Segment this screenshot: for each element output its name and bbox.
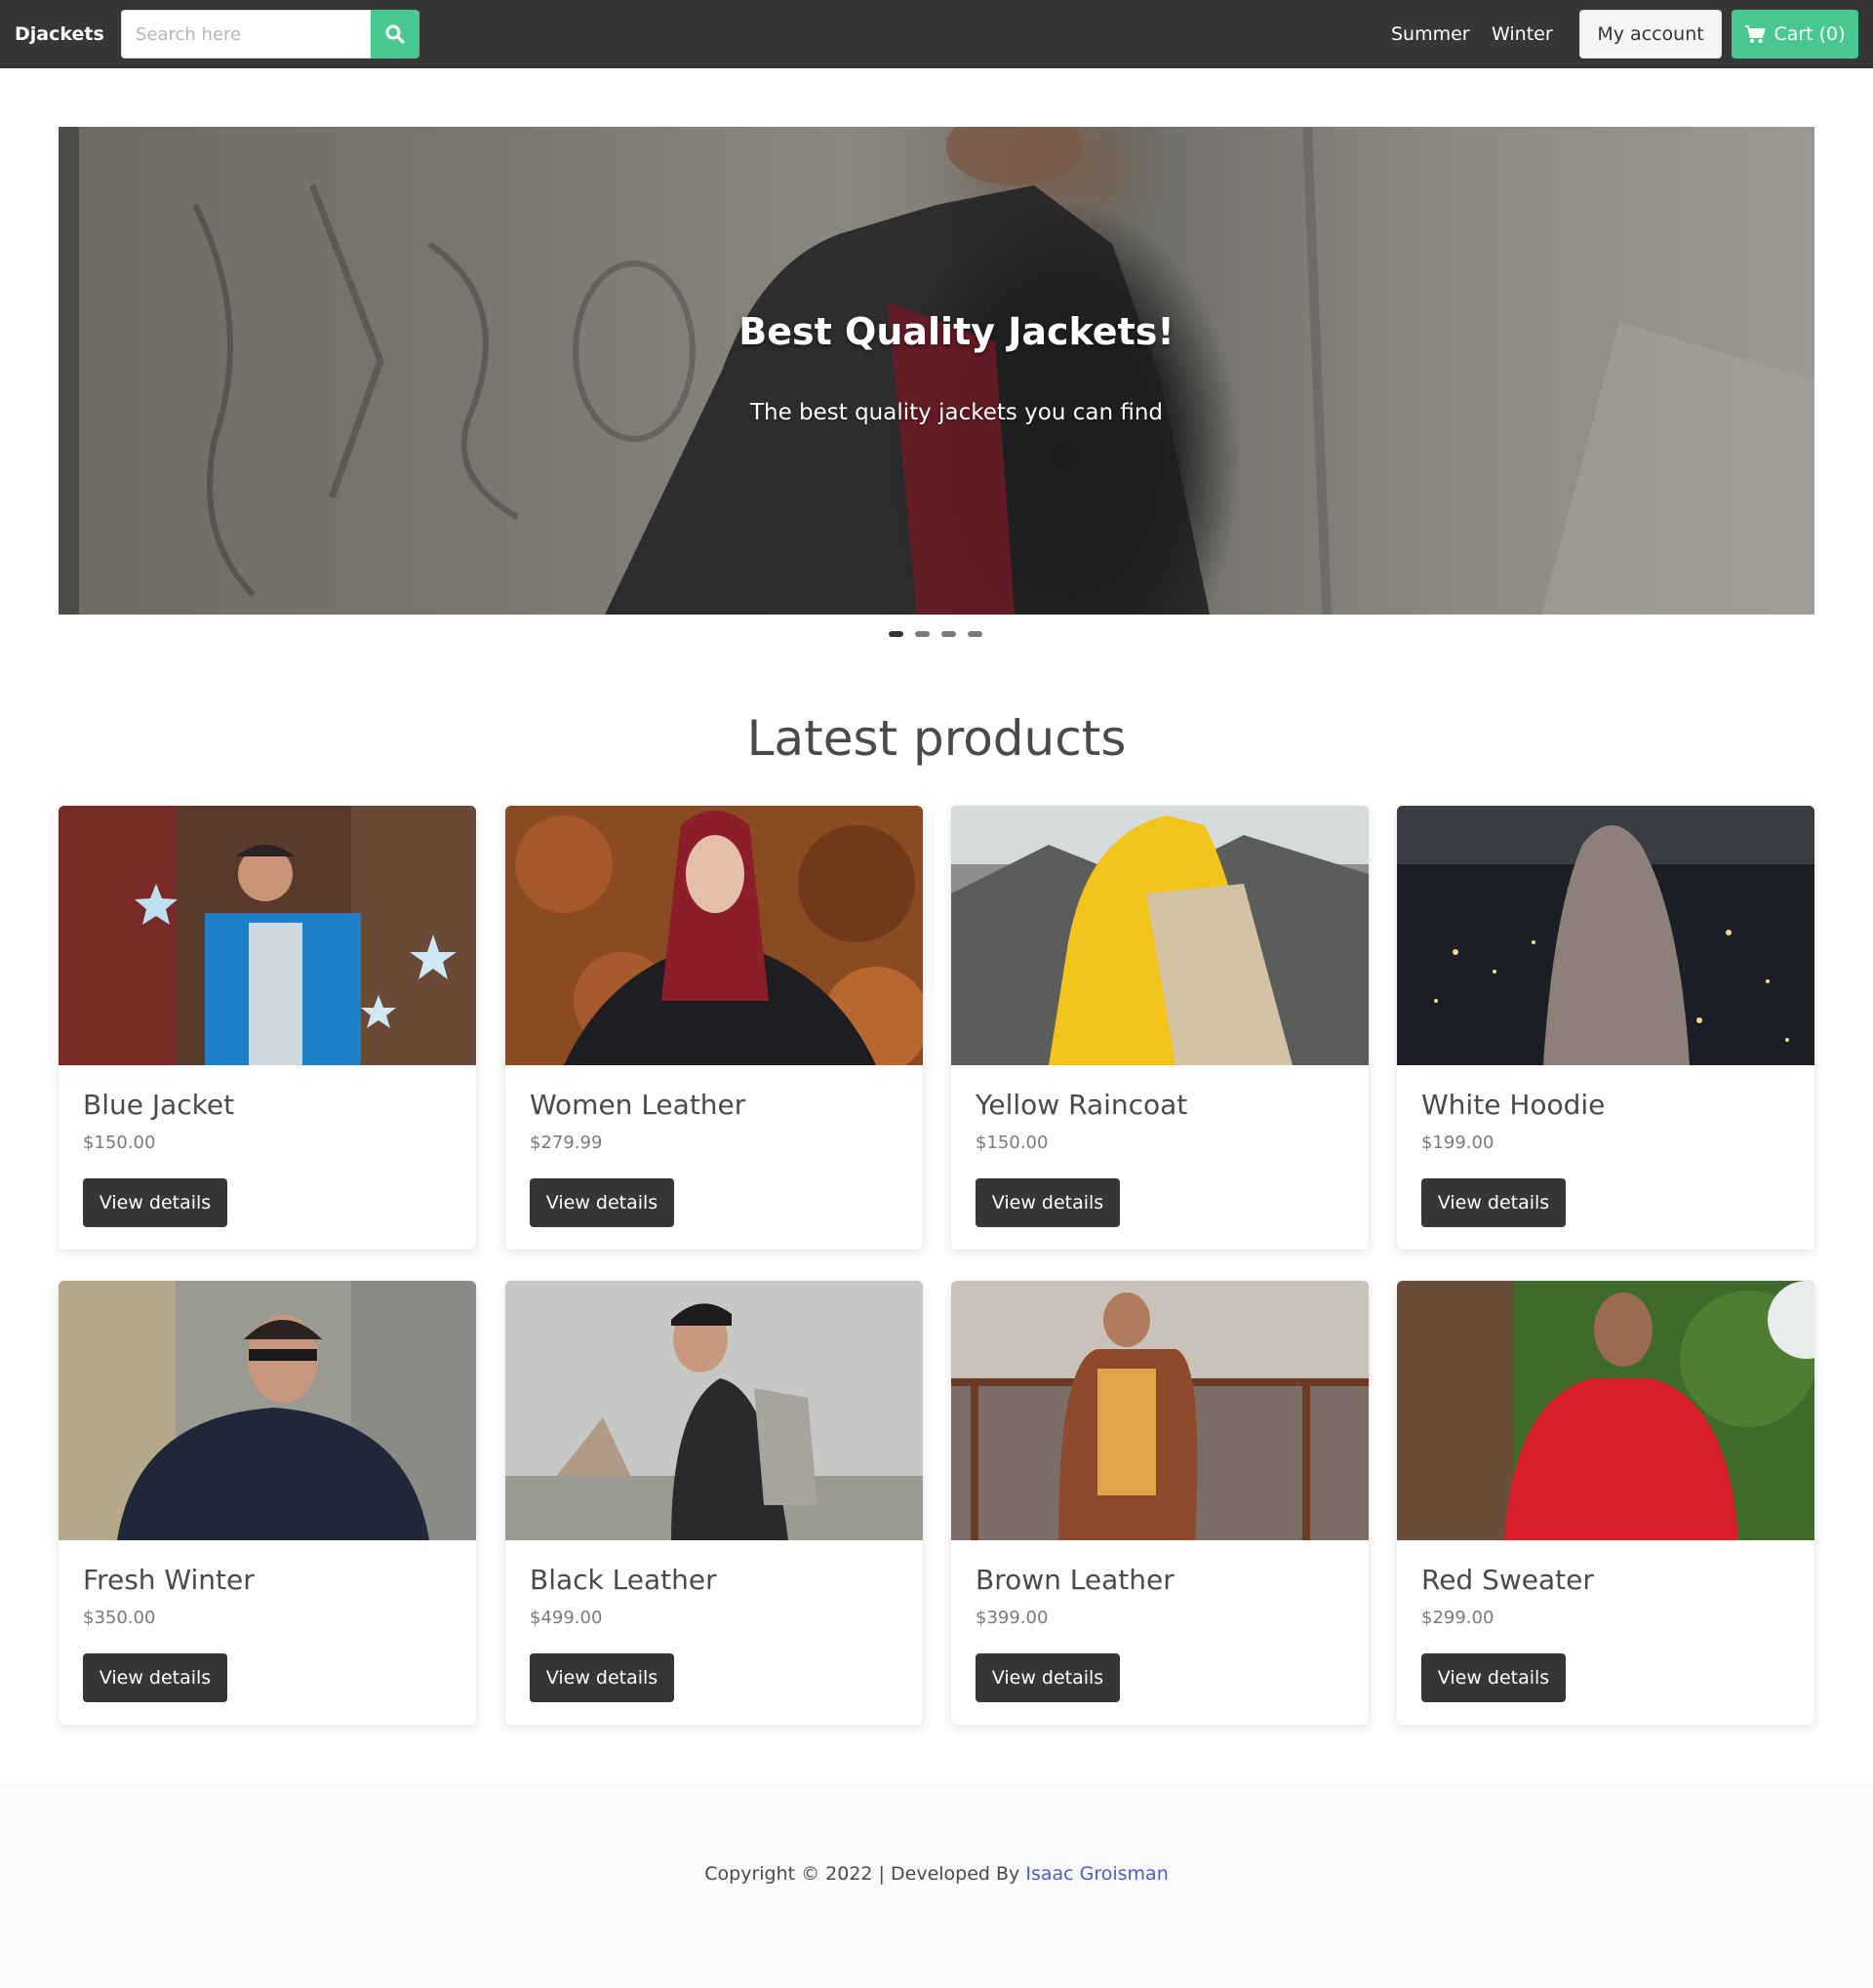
view-details-button[interactable]: View details bbox=[83, 1653, 227, 1702]
nav-link-summer[interactable]: Summer bbox=[1391, 0, 1470, 68]
carousel-dot-4[interactable] bbox=[968, 631, 982, 637]
product-card: Fresh Winter $350.00 View details bbox=[59, 1281, 476, 1725]
view-details-button[interactable]: View details bbox=[530, 1653, 674, 1702]
navbar: Djackets Summer Winter My account Cart (… bbox=[0, 0, 1873, 68]
product-card: Women Leather $279.99 View details bbox=[505, 806, 923, 1250]
view-details-button[interactable]: View details bbox=[976, 1178, 1120, 1227]
product-price: $150.00 bbox=[976, 1133, 1049, 1153]
brand-logo[interactable]: Djackets bbox=[15, 0, 104, 68]
hero-image bbox=[192, 127, 1814, 615]
view-details-button[interactable]: View details bbox=[1421, 1178, 1566, 1227]
carousel-dot-2[interactable] bbox=[915, 631, 930, 637]
cart-icon bbox=[1745, 25, 1766, 43]
product-image-red-sweater bbox=[1397, 1281, 1814, 1540]
product-name[interactable]: Yellow Raincoat bbox=[976, 1089, 1187, 1121]
my-account-button[interactable]: My account bbox=[1579, 10, 1722, 59]
product-card: Red Sweater $299.00 View details bbox=[1397, 1281, 1814, 1725]
cart-button[interactable]: Cart (0) bbox=[1732, 10, 1858, 59]
product-price: $150.00 bbox=[83, 1133, 156, 1153]
view-details-button[interactable]: View details bbox=[976, 1653, 1120, 1702]
product-card: White Hoodie $199.00 View details bbox=[1397, 806, 1814, 1250]
product-price: $199.00 bbox=[1421, 1133, 1494, 1153]
search-input[interactable] bbox=[121, 10, 372, 59]
search-button[interactable] bbox=[371, 10, 419, 59]
carousel-dot-1[interactable] bbox=[889, 631, 903, 637]
product-price: $350.00 bbox=[83, 1608, 156, 1628]
hero-carousel[interactable]: Best Quality Jackets! The best quality j… bbox=[59, 127, 1814, 615]
product-image-fresh-winter bbox=[59, 1281, 476, 1540]
hero-subtitle: The best quality jackets you can find bbox=[749, 400, 1164, 425]
product-image-yellow-raincoat bbox=[951, 806, 1369, 1065]
product-image-brown-leather bbox=[951, 1281, 1369, 1540]
footer-copyright: Copyright © 2022 | Developed By Isaac Gr… bbox=[0, 1863, 1873, 1885]
product-name[interactable]: Brown Leather bbox=[976, 1564, 1175, 1596]
product-price: $299.00 bbox=[1421, 1608, 1494, 1628]
product-name[interactable]: Black Leather bbox=[530, 1564, 717, 1596]
product-card: Black Leather $499.00 View details bbox=[505, 1281, 923, 1725]
product-name[interactable]: Fresh Winter bbox=[83, 1564, 255, 1596]
product-card: Brown Leather $399.00 View details bbox=[951, 1281, 1369, 1725]
product-card: Yellow Raincoat $150.00 View details bbox=[951, 806, 1369, 1250]
product-price: $279.99 bbox=[530, 1133, 603, 1153]
product-price: $399.00 bbox=[976, 1608, 1049, 1628]
view-details-button[interactable]: View details bbox=[83, 1178, 227, 1227]
section-title-latest-products: Latest products bbox=[746, 710, 1127, 767]
product-image-white-hoodie bbox=[1397, 806, 1814, 1065]
footer-copyright-text: Copyright © 2022 | Developed By bbox=[704, 1863, 1020, 1885]
footer: Copyright © 2022 | Developed By Isaac Gr… bbox=[0, 1785, 1873, 1988]
product-card: Blue Jacket $150.00 View details bbox=[59, 806, 476, 1250]
carousel-dot-3[interactable] bbox=[941, 631, 956, 637]
footer-author-link[interactable]: Isaac Groisman bbox=[1025, 1863, 1168, 1885]
product-image-blue-jacket bbox=[59, 806, 476, 1065]
product-name[interactable]: Blue Jacket bbox=[83, 1089, 234, 1121]
product-image-women-leather bbox=[505, 806, 923, 1065]
product-price: $499.00 bbox=[530, 1608, 603, 1628]
carousel-indicators bbox=[889, 631, 982, 637]
product-name[interactable]: Women Leather bbox=[530, 1089, 745, 1121]
product-name[interactable]: White Hoodie bbox=[1421, 1089, 1605, 1121]
nav-link-winter[interactable]: Winter bbox=[1492, 0, 1553, 68]
search-icon bbox=[385, 24, 405, 44]
view-details-button[interactable]: View details bbox=[1421, 1653, 1566, 1702]
view-details-button[interactable]: View details bbox=[530, 1178, 674, 1227]
product-name[interactable]: Red Sweater bbox=[1421, 1564, 1594, 1596]
product-image-black-leather bbox=[505, 1281, 923, 1540]
cart-label: Cart (0) bbox=[1773, 23, 1846, 45]
hero-title: Best Quality Jackets! bbox=[738, 310, 1175, 353]
